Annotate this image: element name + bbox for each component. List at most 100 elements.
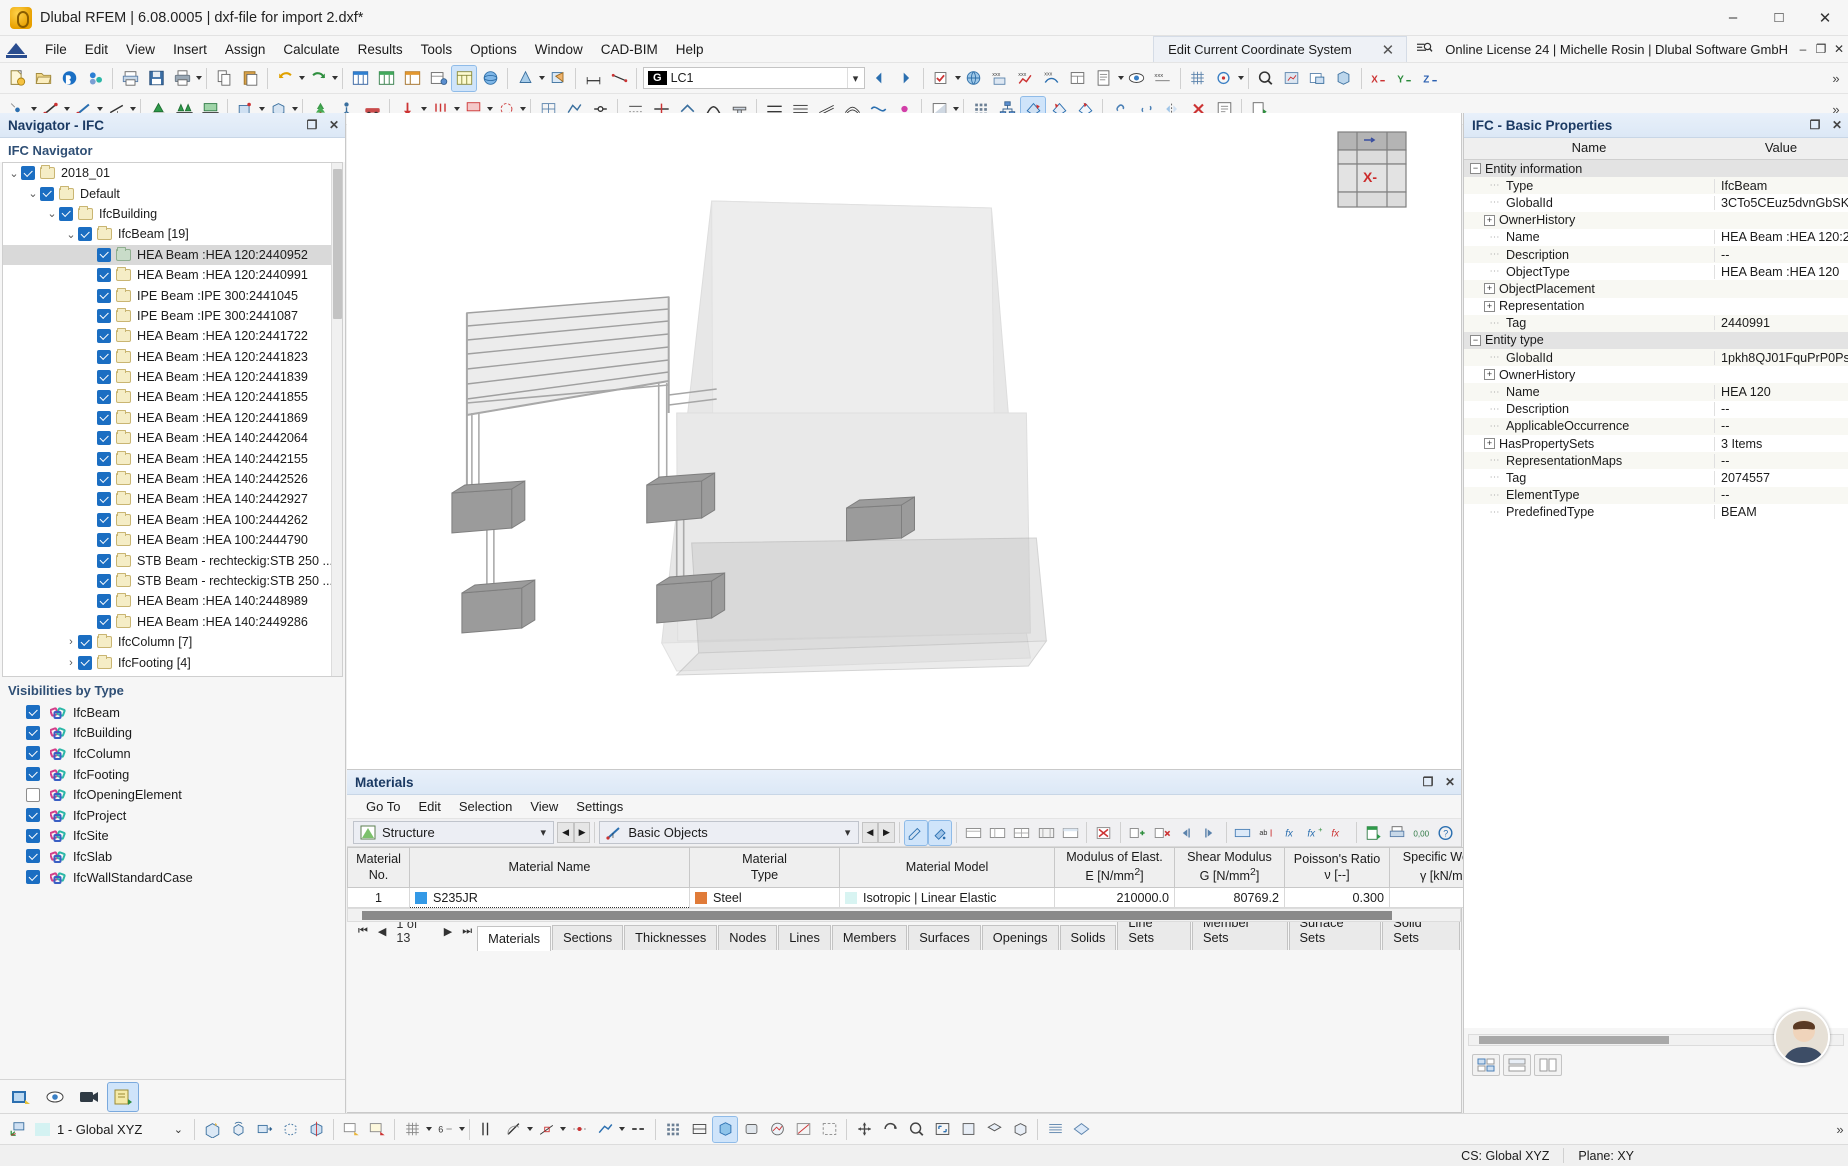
expander-icon[interactable]: ⌄ bbox=[26, 187, 40, 200]
tree-item-checkbox[interactable] bbox=[97, 268, 111, 283]
tree-item[interactable]: HEA Beam :HEA 140:2449286 bbox=[3, 612, 342, 632]
dimension2-icon[interactable] bbox=[607, 66, 631, 91]
property-row[interactable]: ⋯ Name HEA 120 bbox=[1464, 383, 1848, 401]
expander-icon[interactable]: › bbox=[64, 657, 78, 669]
print-preview-icon[interactable] bbox=[118, 66, 142, 91]
materials-column-header[interactable]: Material Name bbox=[409, 847, 690, 888]
work-plane-1-icon[interactable] bbox=[339, 1117, 363, 1142]
tree-item[interactable]: HEA Beam :HEA 120:2441855 bbox=[3, 387, 342, 407]
tree-item-checkbox[interactable] bbox=[97, 472, 111, 487]
table-layout-5-icon[interactable] bbox=[1059, 821, 1081, 845]
structure-prev-button[interactable]: ◀ bbox=[557, 822, 574, 843]
tree-item-checkbox[interactable] bbox=[97, 431, 111, 446]
objects-next-button[interactable]: ▶ bbox=[878, 822, 895, 843]
property-row[interactable]: ⋯ PredefinedType BEAM bbox=[1464, 504, 1848, 521]
materials-menu-settings[interactable]: Settings bbox=[567, 797, 632, 816]
tree-item-checkbox[interactable] bbox=[59, 206, 73, 221]
render-sphere-icon[interactable] bbox=[478, 66, 502, 91]
materials-menu-goto[interactable]: Go To bbox=[357, 797, 409, 816]
navigator-ifc-icon[interactable] bbox=[107, 1081, 139, 1112]
tree-item[interactable]: ⌄ Default bbox=[3, 183, 342, 203]
insert-solid-dropdown-icon[interactable] bbox=[292, 107, 298, 111]
tab-nodes[interactable]: Nodes bbox=[718, 925, 778, 950]
line-type-icon[interactable] bbox=[626, 1117, 650, 1142]
tree-item[interactable]: HEA Beam :HEA 100:2444262 bbox=[3, 510, 342, 530]
view-cone-icon[interactable] bbox=[513, 66, 537, 91]
table-orange-icon[interactable] bbox=[400, 66, 424, 91]
collapse-icon[interactable]: − bbox=[1470, 334, 1481, 346]
nodal-load-dropdown-icon[interactable] bbox=[421, 107, 427, 111]
navigator-visibility-icon[interactable] bbox=[40, 1083, 70, 1111]
render-solid-icon[interactable] bbox=[739, 1117, 763, 1142]
tree-item-checkbox[interactable] bbox=[78, 655, 92, 670]
expand-icon[interactable]: + bbox=[1484, 283, 1495, 295]
tab-sections[interactable]: Sections bbox=[552, 925, 624, 950]
property-row[interactable]: + OwnerHistory bbox=[1464, 211, 1848, 229]
expander-icon[interactable]: ⌄ bbox=[7, 167, 21, 180]
free-load-dropdown-icon[interactable] bbox=[520, 107, 526, 111]
materials-column-header[interactable]: Material Model bbox=[839, 847, 1055, 888]
ifc-tree[interactable]: ⌄ 2018_01 ⌄ Default ⌄ IfcBuilding ⌄ IfcBeam [19… bbox=[2, 162, 343, 677]
highlight-cell-icon[interactable] bbox=[1232, 821, 1254, 845]
tree-item-checkbox[interactable] bbox=[97, 451, 111, 466]
ortho-icon[interactable] bbox=[475, 1117, 499, 1142]
chevron-down-icon[interactable]: ⌄ bbox=[174, 1123, 189, 1136]
menu-item-insert[interactable]: Insert bbox=[164, 39, 216, 60]
tree-item[interactable]: HEA Beam :HEA 120:2441722 bbox=[3, 326, 342, 346]
work-plane-2-icon[interactable] bbox=[365, 1117, 389, 1142]
tree-item[interactable]: HEA Beam :HEA 140:2442927 bbox=[3, 489, 342, 509]
dynamic-input-icon[interactable] bbox=[593, 1117, 617, 1142]
nodes-xxx-icon[interactable]: xxx bbox=[988, 66, 1012, 91]
render-transparent-icon[interactable] bbox=[765, 1117, 789, 1142]
osnap-icon[interactable] bbox=[534, 1117, 558, 1142]
expander-icon[interactable]: › bbox=[64, 636, 78, 648]
redo-icon[interactable] bbox=[306, 66, 330, 91]
tree-item-checkbox[interactable] bbox=[97, 410, 111, 425]
tree-item[interactable]: › IfcFooting [4] bbox=[3, 652, 342, 672]
visibility-row[interactable]: IfcFooting bbox=[26, 764, 345, 785]
new-file-icon[interactable] bbox=[5, 66, 29, 91]
menu-item-help[interactable]: Help bbox=[667, 39, 713, 60]
visibility-checkbox[interactable] bbox=[26, 849, 40, 864]
help-table-icon[interactable]: ? bbox=[1435, 821, 1457, 845]
menu-item-view[interactable]: View bbox=[117, 39, 164, 60]
navigator-views-icon[interactable] bbox=[74, 1083, 104, 1111]
modulus-e-cell[interactable]: 210000.0 bbox=[1054, 887, 1175, 908]
clear-table-icon[interactable] bbox=[1092, 821, 1114, 845]
decimal-places-icon[interactable]: 0,00 bbox=[1410, 821, 1432, 845]
osnap-dropdown-icon[interactable] bbox=[560, 1127, 566, 1131]
coordinate-axes-icon[interactable] bbox=[5, 1117, 29, 1142]
properties-scroll-thumb[interactable] bbox=[1479, 1036, 1669, 1044]
materials-column-header[interactable]: Poisson's Ratio ν [--] bbox=[1284, 847, 1390, 888]
result-table-icon[interactable] bbox=[1066, 66, 1090, 91]
doc-minimize-button[interactable]: – bbox=[1794, 42, 1812, 56]
project-navigator-icon[interactable] bbox=[83, 66, 107, 91]
menu-item-options[interactable]: Options bbox=[461, 39, 526, 60]
table-settings-icon[interactable] bbox=[426, 66, 450, 91]
table-layout-1-icon[interactable] bbox=[962, 821, 984, 845]
visibility-checkbox[interactable] bbox=[26, 787, 40, 802]
open-web-icon[interactable] bbox=[57, 66, 81, 91]
grid-dropdown-icon[interactable] bbox=[426, 1127, 432, 1131]
view-cube[interactable]: X- bbox=[1333, 129, 1413, 211]
view-cone-dropdown-icon[interactable] bbox=[539, 76, 545, 80]
property-row[interactable]: + Representation bbox=[1464, 298, 1848, 315]
visibility-row[interactable]: IfcProject bbox=[26, 805, 345, 826]
polar-dropdown-icon[interactable] bbox=[527, 1127, 533, 1131]
tree-item-checkbox[interactable] bbox=[78, 635, 92, 650]
visibility-checkbox[interactable] bbox=[26, 828, 40, 843]
properties-view-sets-icon[interactable] bbox=[1503, 1054, 1531, 1076]
insert-row-icon[interactable] bbox=[1126, 821, 1148, 845]
globe-icon[interactable] bbox=[962, 66, 986, 91]
polar-icon[interactable] bbox=[501, 1117, 525, 1142]
menu-item-results[interactable]: Results bbox=[349, 39, 412, 60]
render-xray-icon[interactable] bbox=[791, 1117, 815, 1142]
visibility-row[interactable]: IfcWallStandardCase bbox=[26, 867, 345, 888]
visibility-row[interactable]: IfcSite bbox=[26, 826, 345, 847]
grid-dense-icon[interactable] bbox=[1043, 1117, 1067, 1142]
undo-icon[interactable] bbox=[273, 66, 297, 91]
table-blue-icon[interactable] bbox=[348, 66, 372, 91]
view-front-icon[interactable] bbox=[956, 1117, 980, 1142]
indent-left-icon[interactable] bbox=[1174, 821, 1196, 845]
menu-item-tools[interactable]: Tools bbox=[412, 39, 462, 60]
